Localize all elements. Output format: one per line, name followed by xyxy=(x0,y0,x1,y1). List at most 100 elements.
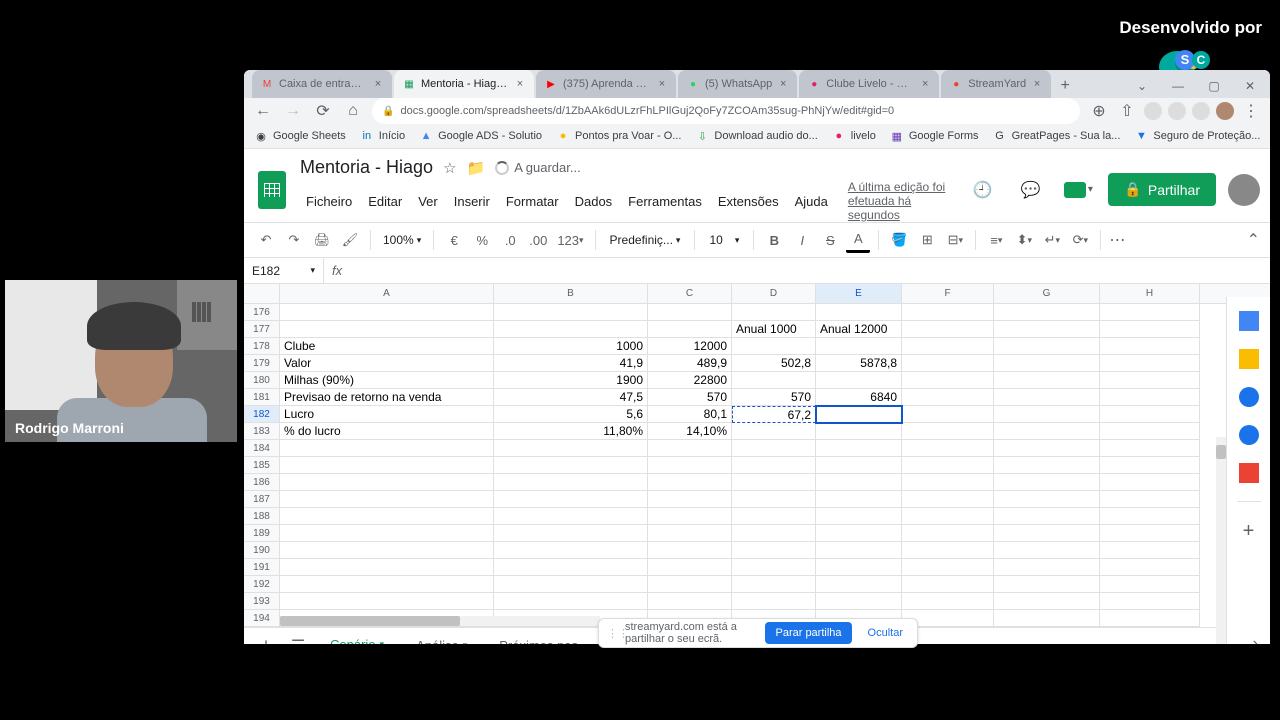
version-history-icon[interactable]: 🕘 xyxy=(964,172,1000,208)
bookmark-item[interactable]: GGreatPages - Sua la... xyxy=(993,129,1121,143)
cell-e177[interactable]: Anual 12000 xyxy=(816,321,902,338)
col-header-e[interactable]: E xyxy=(816,284,902,303)
row-header[interactable]: 179 xyxy=(244,355,280,372)
tab-gmail[interactable]: M Caixa de entrada (37) × xyxy=(252,70,392,98)
add-sheet-button[interactable]: + xyxy=(254,634,278,645)
row-header[interactable]: 193 xyxy=(244,593,280,610)
undo-button[interactable]: ↶ xyxy=(254,227,278,253)
chevron-down-icon[interactable]: ⌄ xyxy=(1128,74,1156,98)
profile-avatar-icon[interactable] xyxy=(1216,102,1234,120)
cell-c182[interactable]: 80,1 xyxy=(648,406,732,423)
back-button[interactable]: ← xyxy=(252,100,274,122)
sheet-tab-cenario[interactable]: Cenário▾ xyxy=(318,631,396,644)
drag-handle-icon[interactable]: ⋮⋮ xyxy=(607,627,615,640)
reload-button[interactable]: ⟳ xyxy=(312,100,334,122)
cell-e182-selected[interactable] xyxy=(816,406,902,423)
close-icon[interactable]: × xyxy=(656,78,668,90)
extension-icon[interactable] xyxy=(1168,102,1186,120)
col-header-f[interactable]: F xyxy=(902,284,994,303)
cell-b178[interactable]: 1000 xyxy=(494,338,648,355)
close-window-button[interactable]: ✕ xyxy=(1236,74,1264,98)
col-header-g[interactable]: G xyxy=(994,284,1100,303)
row-header[interactable]: 194 xyxy=(244,610,280,627)
cell-a180[interactable]: Milhas (90%) xyxy=(280,372,494,389)
paint-format-button[interactable]: 🖌 xyxy=(338,227,362,253)
menu-formatar[interactable]: Formatar xyxy=(500,191,565,212)
cell-d179[interactable]: 502,8 xyxy=(732,355,816,372)
fill-color-button[interactable]: 🪣 xyxy=(887,227,911,253)
tab-whatsapp[interactable]: ● (5) WhatsApp × xyxy=(678,70,797,98)
sheet-tab-proximos[interactable]: Próximos pas xyxy=(487,632,590,644)
bookmark-item[interactable]: ▲Google ADS - Solutio xyxy=(419,129,542,143)
cell-c180[interactable]: 22800 xyxy=(648,372,732,389)
maps-icon[interactable] xyxy=(1239,463,1259,483)
redo-button[interactable]: ↷ xyxy=(282,227,306,253)
row-header[interactable]: 187 xyxy=(244,491,280,508)
row-header[interactable]: 176 xyxy=(244,304,280,321)
bookmark-item[interactable]: ▦Google Forms xyxy=(890,129,979,143)
menu-editar[interactable]: Editar xyxy=(362,191,408,212)
bookmark-item[interactable]: ●livelo xyxy=(832,129,876,143)
cell-d181[interactable]: 570 xyxy=(732,389,816,406)
cell-c179[interactable]: 489,9 xyxy=(648,355,732,372)
cell-b179[interactable]: 41,9 xyxy=(494,355,648,372)
menu-inserir[interactable]: Inserir xyxy=(448,191,496,212)
row-header[interactable]: 188 xyxy=(244,508,280,525)
row-header[interactable]: 192 xyxy=(244,576,280,593)
get-addons-button[interactable]: + xyxy=(1243,520,1255,543)
cell-a178[interactable]: Clube xyxy=(280,338,494,355)
cell-e179[interactable]: 5878,8 xyxy=(816,355,902,372)
grid-body[interactable]: 176 177Anual 1000Anual 12000 178Clube100… xyxy=(244,304,1270,627)
keep-icon[interactable] xyxy=(1239,349,1259,369)
share-icon[interactable]: ⇧ xyxy=(1116,100,1138,122)
formula-input[interactable] xyxy=(350,258,1270,283)
row-header[interactable]: 185 xyxy=(244,457,280,474)
font-size-select[interactable]: 10▾ xyxy=(703,233,745,247)
row-header[interactable]: 177 xyxy=(244,321,280,338)
select-all-corner[interactable] xyxy=(244,284,280,303)
collapse-toolbar-button[interactable]: ⌃ xyxy=(1247,230,1260,250)
close-icon[interactable]: × xyxy=(919,78,931,90)
document-title[interactable]: Mentoria - Hiago xyxy=(300,157,433,178)
cell-e181[interactable]: 6840 xyxy=(816,389,902,406)
menu-ferramentas[interactable]: Ferramentas xyxy=(622,191,708,212)
tab-livelo[interactable]: ● Clube Livelo - Conhe × xyxy=(799,70,939,98)
row-header[interactable]: 178 xyxy=(244,338,280,355)
tab-streamyard[interactable]: ● StreamYard × xyxy=(941,70,1051,98)
row-header[interactable]: 184 xyxy=(244,440,280,457)
col-header-h[interactable]: H xyxy=(1100,284,1200,303)
comments-icon[interactable]: 💬 xyxy=(1012,172,1048,208)
zoom-select[interactable]: 100%▾ xyxy=(379,233,425,247)
row-header[interactable]: 181 xyxy=(244,389,280,406)
menu-button[interactable]: ⋮ xyxy=(1240,100,1262,122)
increase-decimal-button[interactable]: .00 xyxy=(526,227,550,253)
close-icon[interactable]: × xyxy=(1031,78,1043,90)
print-button[interactable]: 🖨 xyxy=(310,227,334,253)
hide-share-button[interactable]: Ocultar xyxy=(862,622,909,644)
bookmark-item[interactable]: ⇩Download audio do... xyxy=(695,129,817,143)
italic-button[interactable]: I xyxy=(790,227,814,253)
menu-ver[interactable]: Ver xyxy=(412,191,444,212)
strikethrough-button[interactable]: S xyxy=(818,227,842,253)
last-edit-link[interactable]: A última edição foi efetuada há segundos xyxy=(848,180,955,222)
extension-icon[interactable] xyxy=(1144,102,1162,120)
borders-button[interactable]: ⊞ xyxy=(915,227,939,253)
row-header[interactable]: 180 xyxy=(244,372,280,389)
bold-button[interactable]: B xyxy=(762,227,786,253)
cell-c181[interactable]: 570 xyxy=(648,389,732,406)
row-header[interactable]: 182 xyxy=(244,406,280,423)
text-wrap-button[interactable]: ↵▾ xyxy=(1040,227,1064,253)
maximize-button[interactable]: ▢ xyxy=(1200,74,1228,98)
bookmark-item[interactable]: ◉Google Sheets xyxy=(254,129,346,143)
col-header-b[interactable]: B xyxy=(494,284,648,303)
row-header[interactable]: 186 xyxy=(244,474,280,491)
merge-button[interactable]: ⊟▾ xyxy=(943,227,967,253)
cell-b181[interactable]: 47,5 xyxy=(494,389,648,406)
bookmark-item[interactable]: inInício xyxy=(360,129,405,143)
cell-a183[interactable]: % do lucro xyxy=(280,423,494,440)
vertical-scrollbar[interactable] xyxy=(1216,437,1226,644)
cell-a182[interactable]: Lucro xyxy=(280,406,494,423)
all-sheets-button[interactable]: ☰ xyxy=(286,634,310,645)
star-icon[interactable]: ☆ xyxy=(443,159,456,177)
extension-icon[interactable] xyxy=(1192,102,1210,120)
